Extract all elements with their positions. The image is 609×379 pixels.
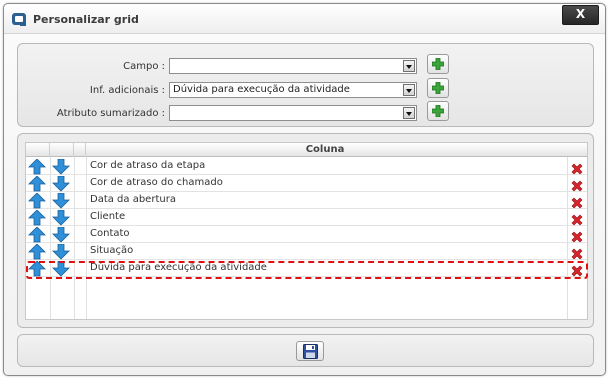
table-row[interactable]: Cor de atraso do chamado [26, 175, 587, 192]
column-name: Cor de atraso do chamado [90, 177, 223, 188]
form-row-campo: Campo : [18, 54, 593, 78]
column-name: Situação [90, 245, 134, 256]
filter-form-panel: Campo : Inf. adicionais : Dúvida para ex… [17, 43, 594, 127]
add-inf-adicionais-button[interactable] [427, 78, 449, 98]
inf-adicionais-select-value: Dúvida para execução da atividade [173, 84, 350, 95]
inf-adicionais-select[interactable]: Dúvida para execução da atividade [169, 82, 417, 98]
column-name: Data da abertura [90, 194, 176, 205]
close-button[interactable]: X [562, 5, 599, 25]
dialog-title: Personalizar grid [33, 13, 139, 26]
arrow-up-icon[interactable] [28, 192, 46, 209]
arrow-up-icon[interactable] [28, 158, 46, 175]
column-name: Dúvida para execução da atividade [90, 262, 267, 273]
arrow-down-icon[interactable] [52, 260, 70, 277]
footer-panel [17, 334, 594, 367]
header-spacer-col [74, 143, 86, 157]
table-row[interactable]: Situação [26, 243, 587, 260]
grid-header: Coluna [26, 143, 587, 157]
delete-x-icon[interactable] [571, 160, 583, 175]
delete-x-icon[interactable] [571, 177, 583, 192]
columns-grid: Coluna Cor de atraso da etapa Cor de atra… [25, 142, 588, 320]
column-name: Cor de atraso da etapa [90, 160, 206, 171]
save-floppy-icon [303, 344, 318, 359]
add-atributo-sumarizado-button[interactable] [427, 101, 449, 121]
delete-x-icon[interactable] [571, 262, 583, 277]
table-row[interactable]: Cliente [26, 209, 587, 226]
chevron-down-icon[interactable] [403, 60, 415, 72]
arrow-up-icon[interactable] [28, 260, 46, 277]
arrow-down-icon[interactable] [52, 175, 70, 192]
arrow-up-icon[interactable] [28, 209, 46, 226]
inf-adicionais-label: Inf. adicionais : [89, 85, 165, 96]
arrow-up-icon[interactable] [28, 226, 46, 243]
delete-x-icon[interactable] [571, 211, 583, 226]
table-row[interactable]: Cor de atraso da etapa [26, 158, 587, 175]
chevron-down-icon[interactable] [403, 107, 415, 119]
personalizar-grid-dialog: Personalizar grid X Campo : Inf. adicion… [3, 3, 606, 376]
delete-x-icon[interactable] [571, 245, 583, 260]
header-up-col [26, 143, 50, 157]
title-bar[interactable]: Personalizar grid X [4, 4, 605, 34]
arrow-down-icon[interactable] [52, 243, 70, 260]
delete-x-icon[interactable] [571, 228, 583, 243]
chevron-down-icon[interactable] [403, 84, 415, 96]
arrow-down-icon[interactable] [52, 158, 70, 175]
form-row-atributo-sumarizado: Atributo sumarizado : [18, 101, 593, 125]
arrow-down-icon[interactable] [52, 192, 70, 209]
header-down-col [50, 143, 74, 157]
table-row[interactable]: Data da abertura [26, 192, 587, 209]
columns-grid-panel: Coluna Cor de atraso da etapa Cor de atra… [17, 133, 594, 328]
table-row[interactable]: Dúvida para execução da atividade [26, 260, 587, 277]
table-row[interactable]: Contato [26, 226, 587, 243]
save-button[interactable] [296, 341, 324, 361]
column-name: Cliente [90, 211, 126, 222]
app-logo-icon [12, 13, 26, 26]
plus-icon [432, 105, 444, 117]
campo-select[interactable] [169, 58, 417, 74]
arrow-up-icon[interactable] [28, 175, 46, 192]
arrow-down-icon[interactable] [52, 209, 70, 226]
atributo-sumarizado-label: Atributo sumarizado : [56, 108, 165, 119]
plus-icon [432, 58, 444, 70]
arrow-down-icon[interactable] [52, 226, 70, 243]
form-row-inf-adicionais: Inf. adicionais : Dúvida para execução d… [18, 78, 593, 102]
close-icon: X [575, 7, 586, 21]
plus-icon [432, 82, 444, 94]
arrow-up-icon[interactable] [28, 243, 46, 260]
add-campo-button[interactable] [427, 54, 449, 74]
column-name: Contato [90, 228, 130, 239]
campo-label: Campo : [123, 61, 165, 72]
column-header-coluna[interactable]: Coluna [86, 144, 564, 155]
delete-x-icon[interactable] [571, 194, 583, 209]
atributo-sumarizado-select[interactable] [169, 105, 417, 121]
